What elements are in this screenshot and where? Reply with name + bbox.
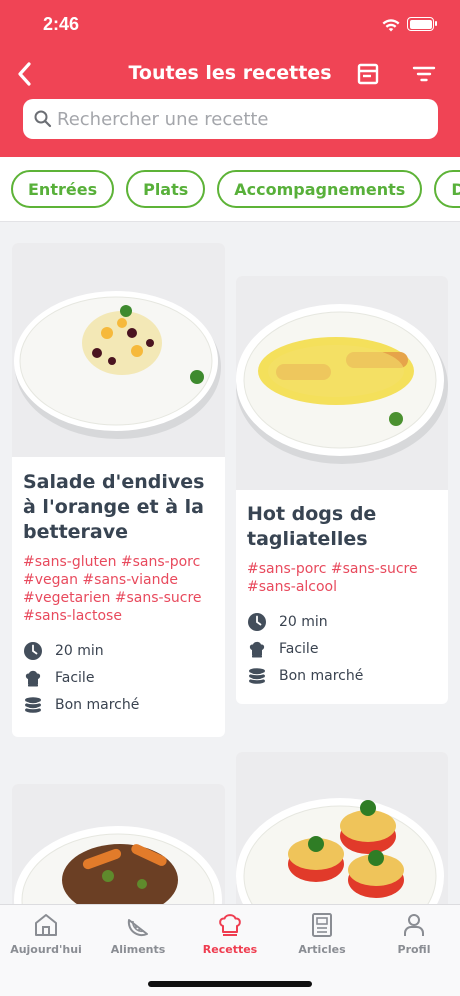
menu-icon xyxy=(357,63,379,85)
recipe-card[interactable] xyxy=(236,752,448,914)
category-chip-desserts[interactable]: Desserts xyxy=(434,170,460,208)
recipe-card[interactable] xyxy=(12,784,225,914)
recipe-tags: #sans-gluten #sans-porc #vegan #sans-via… xyxy=(23,554,202,624)
recipe-difficulty: Facile xyxy=(247,635,437,662)
tab-profil[interactable]: Profil xyxy=(368,905,460,965)
recipe-cost-value: Bon marché xyxy=(279,667,364,684)
wifi-icon xyxy=(382,19,400,32)
tab-aliments[interactable]: Aliments xyxy=(92,905,184,965)
chef-hat-icon xyxy=(219,914,241,936)
tab-label: Aujourd'hui xyxy=(10,943,82,956)
tab-label: Aliments xyxy=(110,943,166,956)
category-filter-bar: Entrées Plats Accompagnements Desserts xyxy=(0,157,460,222)
status-bar: 2:46 xyxy=(0,14,460,38)
recipe-image xyxy=(236,752,448,914)
recipe-image xyxy=(236,276,448,490)
filter-button[interactable] xyxy=(411,61,437,87)
recipe-tags: #sans-porc #sans-sucre #sans-alcool xyxy=(247,561,418,595)
tab-articles[interactable]: Articles xyxy=(276,905,368,965)
recipe-title: Hot dogs de tagliatelles xyxy=(247,503,377,550)
watermelon-icon xyxy=(127,919,148,937)
recipe-difficulty: Facile xyxy=(23,664,214,691)
recipe-time-value: 20 min xyxy=(279,613,328,630)
clock-icon xyxy=(24,641,42,660)
recipe-cost: Bon marché xyxy=(247,662,437,689)
search-field[interactable] xyxy=(23,99,438,139)
tab-label: Articles xyxy=(298,943,346,956)
chef-hat-icon xyxy=(249,641,265,657)
recipe-difficulty-value: Facile xyxy=(279,640,319,657)
recipe-time: 20 min xyxy=(23,637,214,664)
recipe-time-value: 20 min xyxy=(55,642,104,659)
recipe-image xyxy=(12,784,225,914)
page-title: Toutes les recettes xyxy=(128,62,332,84)
recipe-image xyxy=(12,243,225,457)
category-chip-plats[interactable]: Plats xyxy=(126,170,206,208)
recipe-cost-value: Bon marché xyxy=(55,696,140,713)
search-icon xyxy=(34,110,52,128)
recipe-cost: Bon marché xyxy=(23,691,214,718)
search-input[interactable] xyxy=(57,108,417,130)
article-icon xyxy=(312,913,332,937)
recipe-card[interactable]: Salade d'endives à l'orange et à la bett… xyxy=(12,243,225,737)
status-time: 2:46 xyxy=(43,14,80,34)
tab-aujourdhui[interactable]: Aujourd'hui xyxy=(0,905,92,965)
header-bar: 2:46 Toutes les recettes xyxy=(0,0,460,157)
profile-icon xyxy=(404,914,424,936)
clock-icon xyxy=(248,612,266,631)
recipe-title: Salade d'endives à l'orange et à la bett… xyxy=(23,471,205,543)
recipe-time: 20 min xyxy=(247,608,437,635)
category-chip-entrees[interactable]: Entrées xyxy=(11,170,115,208)
recipe-card[interactable]: Hot dogs de tagliatelles #sans-porc #san… xyxy=(236,276,448,704)
category-chip-accompagnements[interactable]: Accompagnements xyxy=(217,170,423,208)
chef-hat-icon xyxy=(25,670,41,686)
home-indicator xyxy=(148,981,312,987)
tab-label: Profil xyxy=(397,943,431,956)
home-icon xyxy=(35,914,57,936)
coins-icon xyxy=(25,696,41,713)
coins-icon xyxy=(249,667,265,684)
menu-button[interactable] xyxy=(355,61,381,87)
battery-icon xyxy=(407,17,437,31)
filter-icon xyxy=(412,66,436,82)
recipe-difficulty-value: Facile xyxy=(55,669,95,686)
tab-label: Recettes xyxy=(202,943,258,956)
tab-recettes[interactable]: Recettes xyxy=(184,905,276,965)
